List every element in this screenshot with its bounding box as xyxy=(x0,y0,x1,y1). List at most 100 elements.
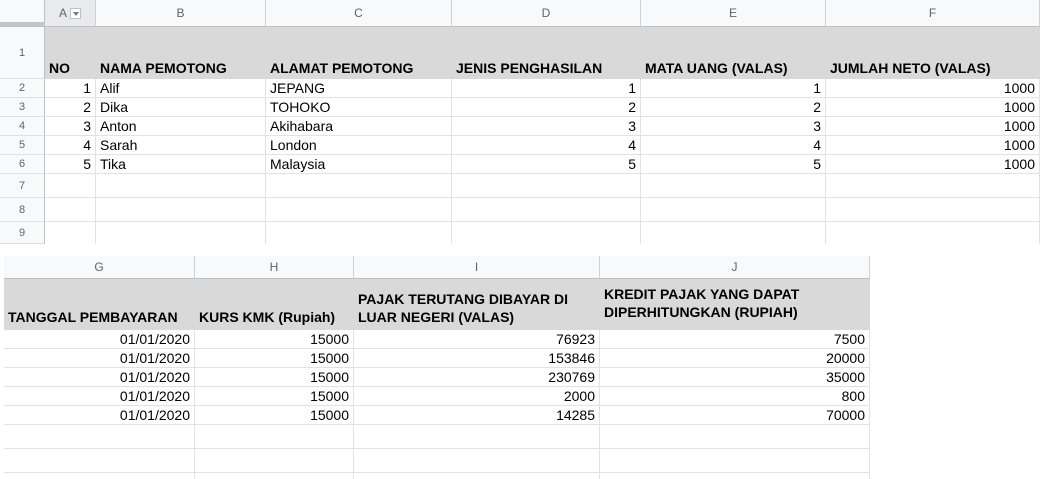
row-header-7[interactable]: 7 xyxy=(0,174,45,198)
empty-cell[interactable] xyxy=(641,198,826,222)
header-jumlah-neto[interactable]: JUMLAH NETO (VALAS) xyxy=(826,27,1040,79)
row-header-1[interactable]: 1 xyxy=(0,27,45,79)
cell-kurs[interactable]: 15000 xyxy=(195,330,354,349)
empty-cell[interactable] xyxy=(452,222,641,244)
cell-mata-uang[interactable]: 2 xyxy=(641,98,826,117)
column-header-g[interactable]: G xyxy=(4,256,195,279)
empty-cell[interactable] xyxy=(641,174,826,198)
cell-alamat[interactable]: London xyxy=(266,136,452,155)
empty-cell[interactable] xyxy=(354,449,600,473)
cell-nama[interactable]: Anton xyxy=(96,117,266,136)
row-header-9[interactable]: 9 xyxy=(0,222,45,244)
column-header-d[interactable]: D xyxy=(452,0,641,27)
column-header-i[interactable]: I xyxy=(354,256,600,279)
cell-kredit[interactable]: 800 xyxy=(600,387,870,406)
header-no[interactable]: NO xyxy=(45,27,96,79)
cell-kredit[interactable]: 35000 xyxy=(600,368,870,387)
cell-kurs[interactable]: 15000 xyxy=(195,349,354,368)
cell-jumlah[interactable]: 1000 xyxy=(826,98,1040,117)
row-header-2[interactable]: 2 xyxy=(0,79,45,98)
cell-jumlah[interactable]: 1000 xyxy=(826,117,1040,136)
row-header-4[interactable]: 4 xyxy=(0,117,45,136)
empty-cell[interactable] xyxy=(195,449,354,473)
empty-cell[interactable] xyxy=(45,198,96,222)
cell-no[interactable]: 5 xyxy=(45,155,96,174)
cell-kredit[interactable]: 7500 xyxy=(600,330,870,349)
empty-cell[interactable] xyxy=(600,449,870,473)
cell-pajak[interactable]: 76923 xyxy=(354,330,600,349)
row-header-8[interactable]: 8 xyxy=(0,198,45,222)
empty-cell[interactable] xyxy=(641,222,826,244)
row-header-3[interactable]: 3 xyxy=(0,98,45,117)
cell-nama[interactable]: Dika xyxy=(96,98,266,117)
header-alamat-pemotong[interactable]: ALAMAT PEMOTONG xyxy=(266,27,452,79)
cell-pajak[interactable]: 153846 xyxy=(354,349,600,368)
empty-cell[interactable] xyxy=(452,174,641,198)
cell-nama[interactable]: Alif xyxy=(96,79,266,98)
row-header-6[interactable]: 6 xyxy=(0,155,45,174)
cell-tanggal[interactable]: 01/01/2020 xyxy=(4,330,195,349)
cell-no[interactable]: 3 xyxy=(45,117,96,136)
cell-kredit[interactable]: 20000 xyxy=(600,349,870,368)
empty-cell[interactable] xyxy=(354,473,600,479)
empty-cell[interactable] xyxy=(266,198,452,222)
cell-tanggal[interactable]: 01/01/2020 xyxy=(4,349,195,368)
empty-cell[interactable] xyxy=(826,174,1040,198)
empty-cell[interactable] xyxy=(354,425,600,449)
cell-mata-uang[interactable]: 5 xyxy=(641,155,826,174)
cell-jenis[interactable]: 3 xyxy=(452,117,641,136)
column-header-j[interactable]: J xyxy=(600,256,870,279)
cell-alamat[interactable]: JEPANG xyxy=(266,79,452,98)
empty-cell[interactable] xyxy=(826,222,1040,244)
select-all-corner[interactable] xyxy=(0,0,45,27)
header-kredit-pajak[interactable]: KREDIT PAJAK YANG DAPAT DIPERHITUNGKAN (… xyxy=(600,279,870,330)
cell-jumlah[interactable]: 1000 xyxy=(826,79,1040,98)
row-header-5[interactable]: 5 xyxy=(0,136,45,155)
empty-cell[interactable] xyxy=(96,174,266,198)
cell-alamat[interactable]: TOHOKO xyxy=(266,98,452,117)
header-tanggal-pembayaran[interactable]: TANGGAL PEMBAYARAN xyxy=(4,279,195,330)
empty-cell[interactable] xyxy=(45,174,96,198)
cell-no[interactable]: 4 xyxy=(45,136,96,155)
empty-cell[interactable] xyxy=(96,198,266,222)
empty-cell[interactable] xyxy=(96,222,266,244)
empty-cell[interactable] xyxy=(195,425,354,449)
header-kurs-kmk[interactable]: KURS KMK (Rupiah) xyxy=(195,279,354,330)
cell-nama[interactable]: Sarah xyxy=(96,136,266,155)
cell-jumlah[interactable]: 1000 xyxy=(826,155,1040,174)
cell-tanggal[interactable]: 01/01/2020 xyxy=(4,406,195,425)
cell-tanggal[interactable]: 01/01/2020 xyxy=(4,387,195,406)
empty-cell[interactable] xyxy=(600,473,870,479)
cell-jenis[interactable]: 5 xyxy=(452,155,641,174)
cell-kurs[interactable]: 15000 xyxy=(195,387,354,406)
empty-cell[interactable] xyxy=(195,473,354,479)
cell-alamat[interactable]: Malaysia xyxy=(266,155,452,174)
cell-pajak[interactable]: 14285 xyxy=(354,406,600,425)
column-header-b[interactable]: B xyxy=(96,0,266,27)
cell-jenis[interactable]: 4 xyxy=(452,136,641,155)
column-header-e[interactable]: E xyxy=(641,0,826,27)
cell-jumlah[interactable]: 1000 xyxy=(826,136,1040,155)
empty-cell[interactable] xyxy=(600,425,870,449)
cell-kurs[interactable]: 15000 xyxy=(195,368,354,387)
empty-cell[interactable] xyxy=(4,449,195,473)
header-mata-uang[interactable]: MATA UANG (VALAS) xyxy=(641,27,826,79)
empty-cell[interactable] xyxy=(266,222,452,244)
cell-kredit[interactable]: 70000 xyxy=(600,406,870,425)
cell-no[interactable]: 2 xyxy=(45,98,96,117)
cell-pajak[interactable]: 2000 xyxy=(354,387,600,406)
empty-cell[interactable] xyxy=(826,198,1040,222)
column-header-c[interactable]: C xyxy=(266,0,452,27)
filter-dropdown-icon[interactable] xyxy=(70,7,81,19)
empty-cell[interactable] xyxy=(4,425,195,449)
cell-alamat[interactable]: Akihabara xyxy=(266,117,452,136)
column-header-f[interactable]: F xyxy=(826,0,1040,27)
column-header-h[interactable]: H xyxy=(195,256,354,279)
empty-cell[interactable] xyxy=(45,222,96,244)
cell-no[interactable]: 1 xyxy=(45,79,96,98)
cell-jenis[interactable]: 1 xyxy=(452,79,641,98)
cell-kurs[interactable]: 15000 xyxy=(195,406,354,425)
empty-cell[interactable] xyxy=(266,174,452,198)
cell-pajak[interactable]: 230769 xyxy=(354,368,600,387)
cell-tanggal[interactable]: 01/01/2020 xyxy=(4,368,195,387)
